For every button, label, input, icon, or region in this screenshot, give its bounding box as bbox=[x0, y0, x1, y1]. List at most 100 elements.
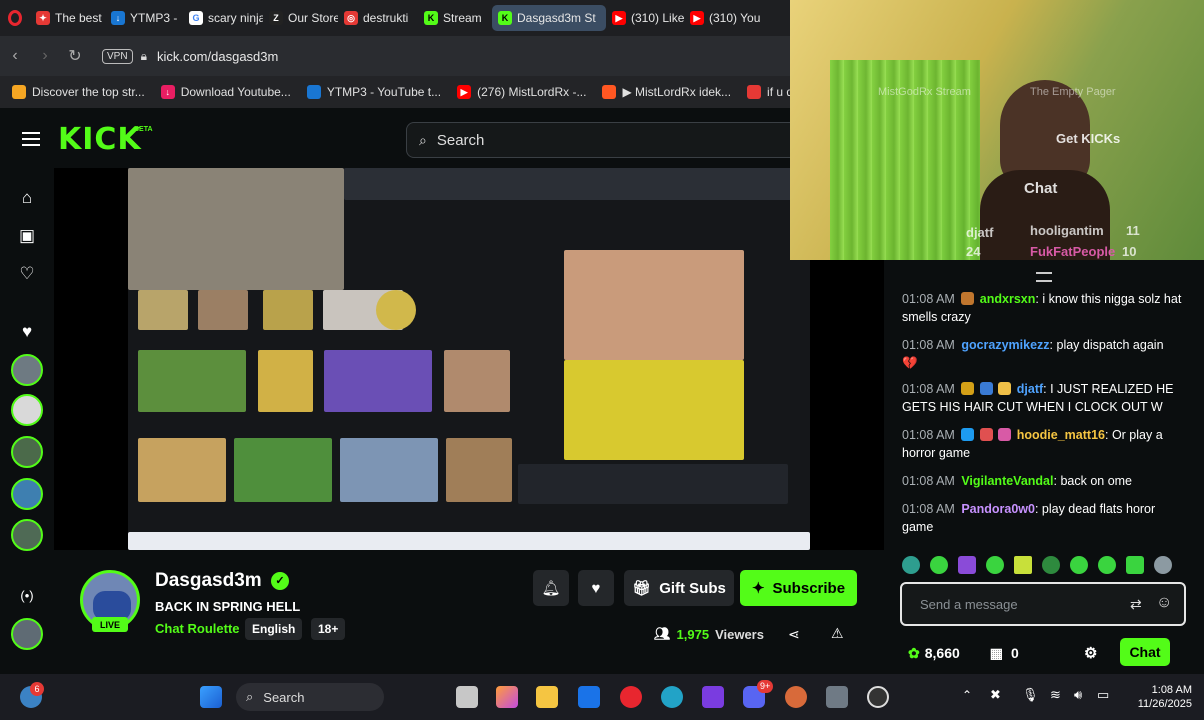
viewer-count: 👥︎ 1,975 Viewers bbox=[654, 626, 764, 642]
following-icon[interactable]: ♡ bbox=[17, 264, 37, 284]
youtube-icon: ▶ bbox=[612, 11, 626, 25]
start-icon[interactable] bbox=[200, 686, 222, 708]
chat-send-button[interactable]: Chat bbox=[1120, 638, 1170, 666]
favorites-heart-icon[interactable]: ♥ bbox=[17, 322, 37, 342]
chevron-up-icon[interactable]: ⌃ bbox=[962, 688, 972, 702]
overlay-user-count: 24 bbox=[966, 244, 981, 259]
tab[interactable]: Z Our Store bbox=[263, 5, 338, 31]
bookmark[interactable]: Discover the top str... bbox=[12, 85, 145, 99]
tag-english[interactable]: English bbox=[245, 618, 303, 640]
chat-username[interactable]: Pandora0w0 bbox=[961, 502, 1035, 516]
system-clock[interactable]: 1:08 AM 11/26/2025 bbox=[1122, 683, 1192, 711]
video-thumbnail bbox=[234, 438, 332, 502]
edge-icon[interactable] bbox=[661, 686, 683, 708]
followed-channel-avatar[interactable] bbox=[11, 394, 43, 426]
recommended-channel-avatar[interactable] bbox=[11, 618, 43, 650]
task-view-icon[interactable] bbox=[456, 686, 478, 708]
battery-icon[interactable]: ▭ bbox=[1097, 687, 1109, 703]
rewards-count[interactable]: 0 bbox=[1011, 645, 1019, 661]
emote-icon[interactable] bbox=[1098, 556, 1116, 574]
translate-icon[interactable]: ⇄ bbox=[1130, 596, 1142, 613]
taskbar-search[interactable]: ⌕ Search bbox=[236, 683, 384, 711]
emote-icon[interactable] bbox=[930, 556, 948, 574]
tab[interactable]: ✦ The best bbox=[30, 5, 105, 31]
chat-settings-icon[interactable]: ⚙ bbox=[1084, 644, 1097, 662]
clipchamp-icon[interactable] bbox=[702, 686, 724, 708]
tab[interactable]: K Stream bbox=[418, 5, 492, 31]
emote-icon[interactable] bbox=[958, 556, 976, 574]
emote-icon[interactable] bbox=[902, 556, 920, 574]
kicks-balance[interactable]: 8,660 bbox=[925, 645, 960, 661]
tab[interactable]: ↓ YTMP3 - bbox=[105, 5, 183, 31]
camera-icon[interactable] bbox=[826, 686, 848, 708]
chat-username[interactable]: VigilanteVandal bbox=[961, 474, 1053, 488]
followed-channel-avatar[interactable] bbox=[11, 354, 43, 386]
vpn-badge[interactable]: VPN bbox=[102, 48, 133, 64]
chat-message: 01:08 AM gocrazymikezz: play dispatch ag… bbox=[902, 336, 1187, 372]
home-icon[interactable]: ⌂ bbox=[17, 188, 37, 208]
channel-name[interactable]: Dasgasd3m bbox=[155, 570, 262, 592]
back-button[interactable]: ‹ bbox=[0, 47, 30, 65]
chat-username[interactable]: gocrazymikezz bbox=[961, 338, 1049, 352]
emote-icon[interactable] bbox=[986, 556, 1004, 574]
tab[interactable]: ◎ destrukti bbox=[338, 5, 418, 31]
tag-18-plus[interactable]: 18+ bbox=[311, 618, 346, 640]
browse-icon[interactable]: ▣ bbox=[17, 226, 37, 246]
chat-username[interactable]: djatf bbox=[1017, 382, 1043, 396]
opera-icon[interactable] bbox=[620, 686, 642, 708]
microphone-icon[interactable]: 🎙︎ bbox=[1022, 687, 1039, 703]
notification-bell-button[interactable]: 🔔︎ bbox=[533, 570, 569, 606]
tab-active[interactable]: K Dasgasd3m St bbox=[492, 5, 606, 31]
tab[interactable]: Gscary ninja bbox=[183, 5, 263, 31]
volume-icon[interactable]: 🔊︎ bbox=[1074, 687, 1082, 703]
emote-icon[interactable] bbox=[1070, 556, 1088, 574]
left-sidebar: ⌂ ▣ ♡ ♥ (•) bbox=[0, 168, 54, 674]
follow-heart-button[interactable]: ♥ bbox=[578, 570, 614, 606]
live-broadcast-icon[interactable]: (•) bbox=[17, 586, 37, 606]
gift-subs-button[interactable]: 🎁︎ Gift Subs bbox=[624, 570, 734, 606]
tab-favicon-icon: Z bbox=[269, 11, 283, 25]
emote-icon[interactable] bbox=[1042, 556, 1060, 574]
chat-username[interactable]: andxrsxn bbox=[980, 292, 1036, 306]
followed-channel-avatar[interactable] bbox=[11, 478, 43, 510]
lock-icon[interactable]: 🔒︎ bbox=[141, 49, 147, 64]
file-explorer-icon[interactable] bbox=[536, 686, 558, 708]
app-icon[interactable] bbox=[785, 686, 807, 708]
overlay-user: hooligantim bbox=[1030, 223, 1104, 238]
opera-menu-icon[interactable] bbox=[0, 0, 30, 36]
bookmark[interactable]: ↓ Download Youtube... bbox=[160, 85, 291, 99]
forward-button[interactable]: › bbox=[30, 47, 60, 65]
url-field[interactable]: kick.com/dasgasd3m bbox=[157, 49, 278, 64]
reload-button[interactable]: ↻ bbox=[60, 46, 90, 66]
share-icon[interactable]: ⋖ bbox=[788, 626, 800, 643]
chat-message-input[interactable]: Send a message ⇄ ☺ bbox=[900, 582, 1186, 626]
search-input[interactable]: ⌕ Search bbox=[406, 122, 806, 158]
obs-icon[interactable] bbox=[867, 686, 889, 708]
bookmark[interactable]: ▶ MistLordRx idek... bbox=[602, 85, 731, 99]
subscribe-button[interactable]: ✦ Subscribe bbox=[740, 570, 857, 606]
emote-icon[interactable] bbox=[1126, 556, 1144, 574]
followed-channel-avatar[interactable] bbox=[11, 436, 43, 468]
wifi-icon[interactable]: ≋ bbox=[1050, 687, 1061, 703]
video-player[interactable] bbox=[54, 168, 884, 550]
chat-username[interactable]: hoodie_matt16 bbox=[1017, 428, 1105, 442]
followed-channel-avatar[interactable] bbox=[11, 519, 43, 551]
copilot-icon[interactable] bbox=[496, 686, 518, 708]
video-thumbnail bbox=[564, 250, 744, 360]
bookmark[interactable]: YTMP3 - YouTube t... bbox=[306, 85, 441, 99]
emoji-icon[interactable]: ☺ bbox=[1156, 594, 1172, 612]
emote-icon[interactable] bbox=[1014, 556, 1032, 574]
outlook-icon[interactable] bbox=[578, 686, 600, 708]
category-link[interactable]: Chat Roulette bbox=[155, 621, 240, 636]
tray-app-icon[interactable]: ✖ bbox=[990, 687, 1001, 703]
kick-logo[interactable]: KICK bbox=[58, 122, 142, 157]
bookmark[interactable]: ▶ (276) MistLordRx -... bbox=[457, 85, 586, 99]
menu-icon[interactable] bbox=[22, 132, 40, 146]
chat-scroll-indicator[interactable] bbox=[1036, 272, 1052, 282]
report-icon[interactable]: ⚠ bbox=[831, 625, 844, 642]
video-thumbnail bbox=[138, 290, 188, 330]
emote-icon[interactable] bbox=[1154, 556, 1172, 574]
tab[interactable]: ▶ (310) You bbox=[684, 5, 760, 31]
tab[interactable]: ▶ (310) Like bbox=[606, 5, 684, 31]
rewards-icon: ▦ bbox=[989, 644, 1004, 661]
